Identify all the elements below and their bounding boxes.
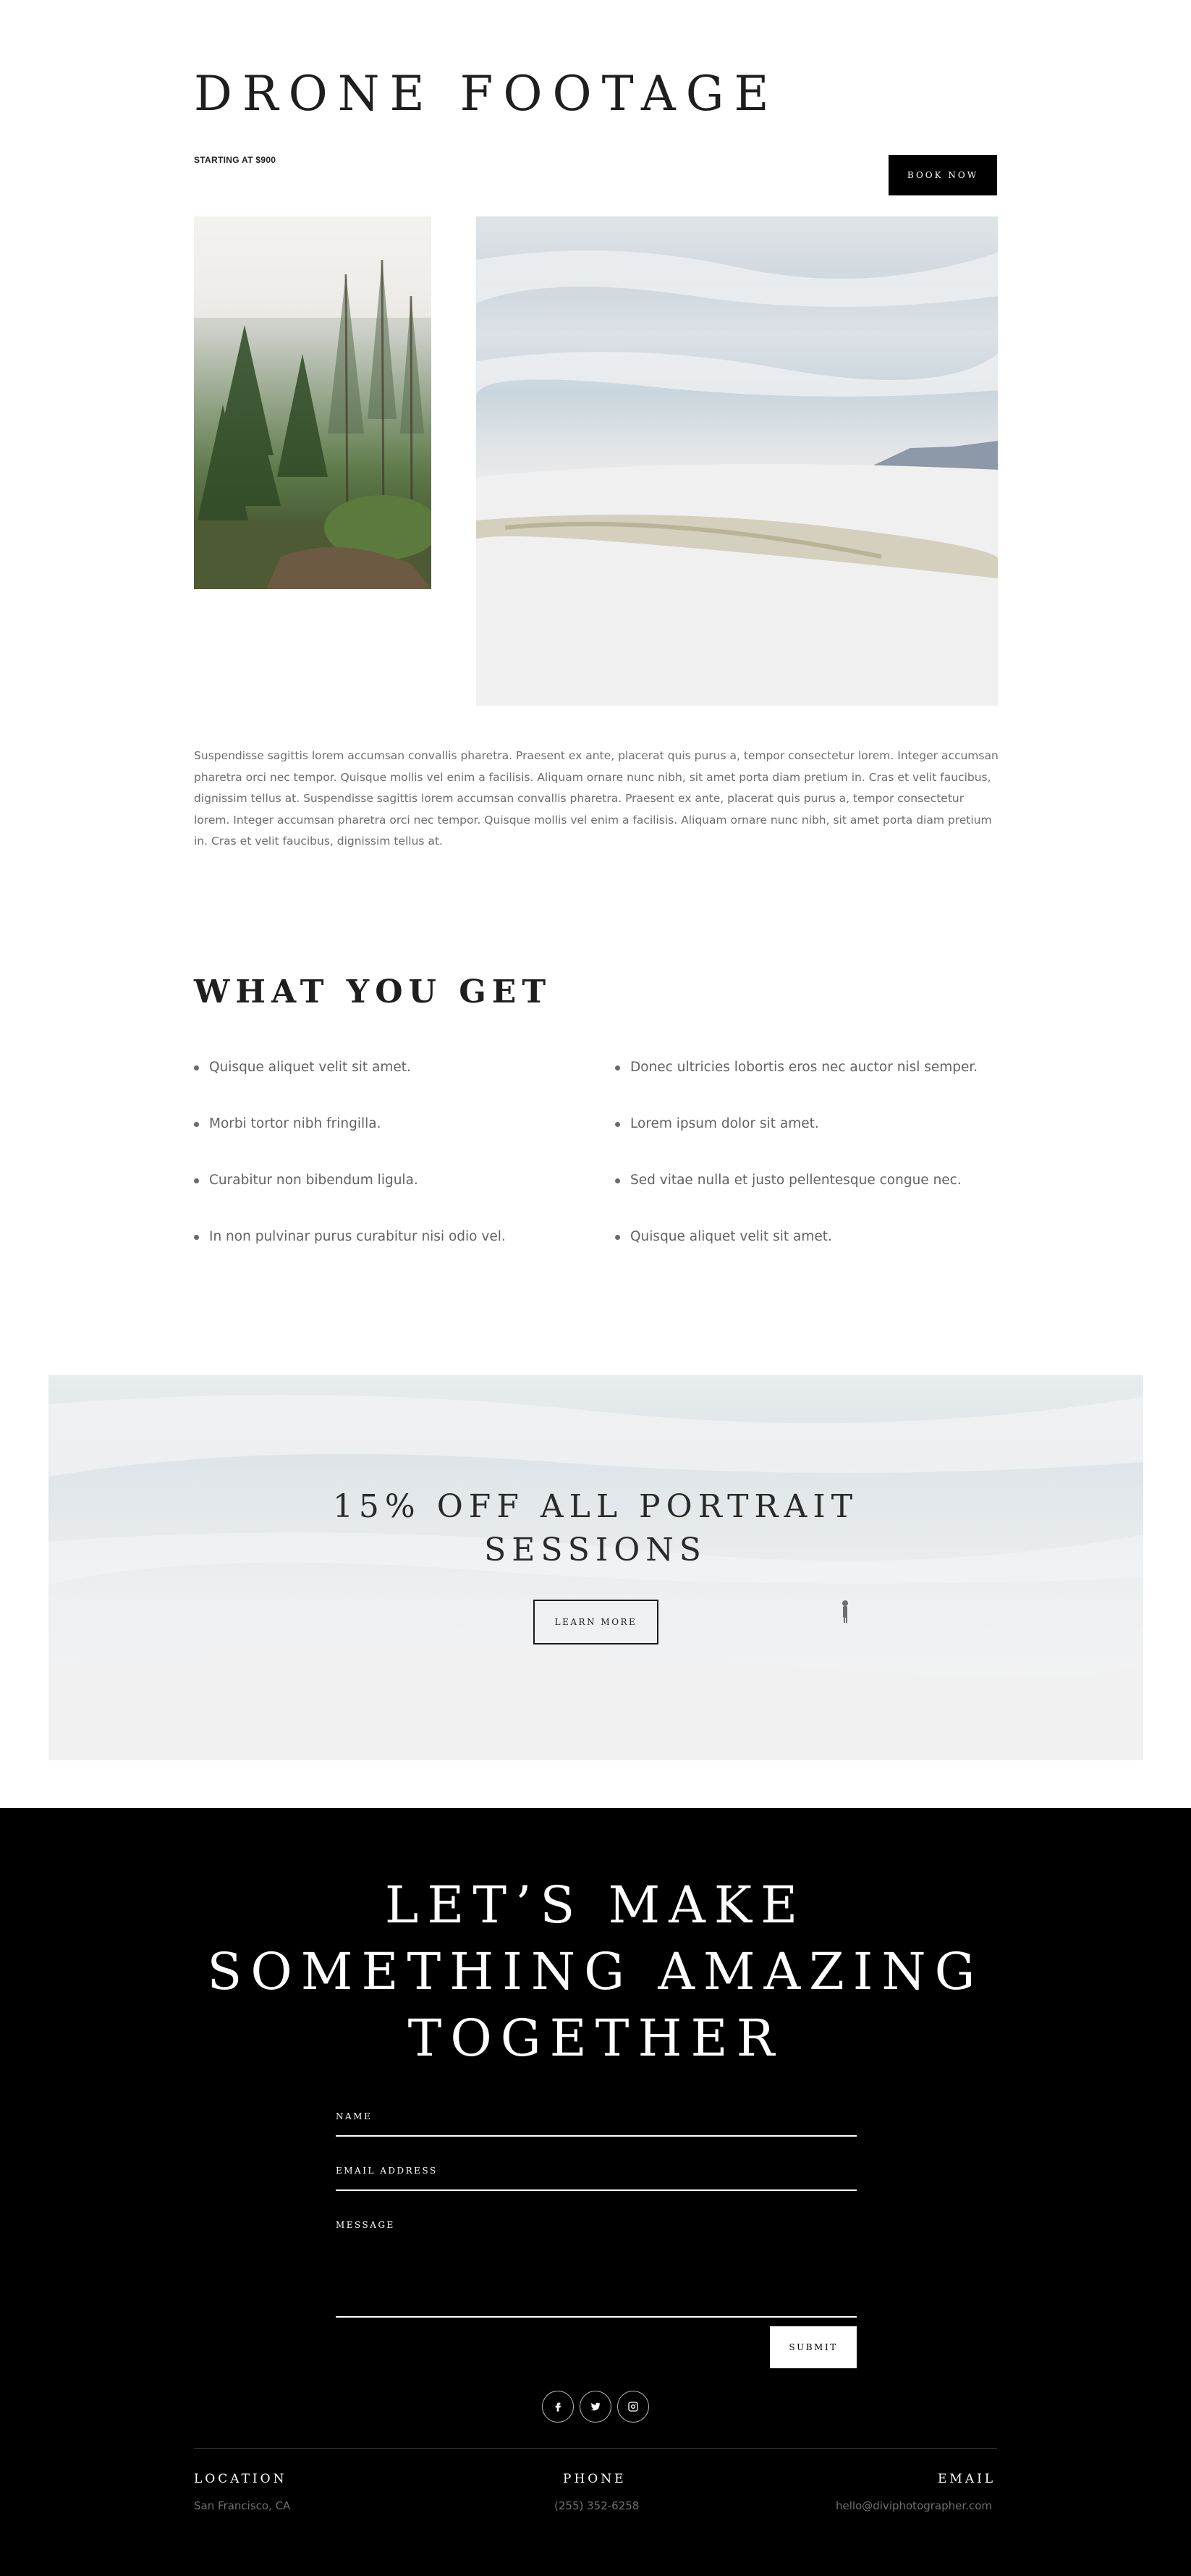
cta-line: SOMETHING AMAZING bbox=[207, 1942, 984, 2001]
promo-title: 15% OFF ALL PORTRAIT SESSIONS bbox=[0, 1485, 1191, 1572]
list-item: Sed vitae nulla et justo pellentesque co… bbox=[615, 1171, 1006, 1228]
message-field[interactable] bbox=[336, 2234, 857, 2315]
name-field[interactable] bbox=[336, 2122, 857, 2135]
email-heading: EMAIL bbox=[938, 2472, 996, 2486]
email-value[interactable]: hello@diviphotographer.com bbox=[836, 2499, 992, 2512]
list-item: Quisque aliquet velit sit amet. bbox=[194, 1058, 599, 1115]
message-field-underline bbox=[336, 2316, 857, 2318]
promo-title-line: 15% OFF ALL PORTRAIT bbox=[332, 1488, 859, 1525]
list-item: Curabitur non bibendum ligula. bbox=[194, 1171, 599, 1228]
facebook-icon[interactable] bbox=[542, 2391, 574, 2423]
white-sands-image bbox=[476, 216, 998, 706]
list-item: Lorem ipsum dolor sit amet. bbox=[615, 1115, 1006, 1171]
feature-list-left: Quisque aliquet velit sit amet. Morbi to… bbox=[194, 1058, 599, 1284]
email-field-underline bbox=[336, 2189, 857, 2191]
phone-heading: PHONE bbox=[563, 2472, 627, 2486]
list-item: In non pulvinar purus curabitur nisi odi… bbox=[194, 1228, 599, 1284]
list-item: Donec ultricies lobortis eros nec auctor… bbox=[615, 1058, 1006, 1115]
learn-more-button[interactable]: LEARN MORE bbox=[533, 1600, 658, 1644]
promo-title-line: SESSIONS bbox=[484, 1532, 707, 1568]
name-label: NAME bbox=[336, 2111, 373, 2121]
footer-divider bbox=[194, 2448, 997, 2449]
cta-line: LET’S MAKE bbox=[384, 1875, 807, 1935]
location-heading: LOCATION bbox=[194, 2472, 287, 2486]
email-field[interactable] bbox=[336, 2176, 857, 2189]
feature-list-right: Donec ultricies lobortis eros nec auctor… bbox=[615, 1058, 1006, 1284]
book-now-button[interactable]: BOOK NOW bbox=[889, 155, 997, 195]
intro-paragraph: Suspendisse sagittis lorem accumsan conv… bbox=[194, 749, 999, 848]
twitter-icon[interactable] bbox=[580, 2391, 611, 2423]
contact-heading: LET’S MAKE SOMETHING AMAZING TOGETHER bbox=[0, 1872, 1191, 2072]
list-item: Quisque aliquet velit sit amet. bbox=[615, 1228, 1006, 1284]
name-field-underline bbox=[336, 2135, 857, 2137]
submit-button[interactable]: SUBMIT bbox=[770, 2326, 857, 2368]
cta-line: TOGETHER bbox=[407, 2009, 784, 2068]
list-item: Morbi tortor nibh fringilla. bbox=[194, 1115, 599, 1171]
email-label: EMAIL ADDRESS bbox=[336, 2166, 438, 2176]
message-label: MESSAGE bbox=[336, 2220, 395, 2230]
what-you-get-heading: WHAT YOU GET bbox=[194, 974, 552, 1010]
forest-image bbox=[194, 216, 431, 589]
instagram-icon[interactable] bbox=[617, 2391, 649, 2423]
phone-value[interactable]: (255) 352-6258 bbox=[554, 2499, 639, 2512]
starting-price: STARTING AT $900 bbox=[194, 155, 276, 165]
page-title: DRONE FOOTAGE bbox=[194, 66, 779, 122]
location-value: San Francisco, CA bbox=[194, 2499, 291, 2512]
